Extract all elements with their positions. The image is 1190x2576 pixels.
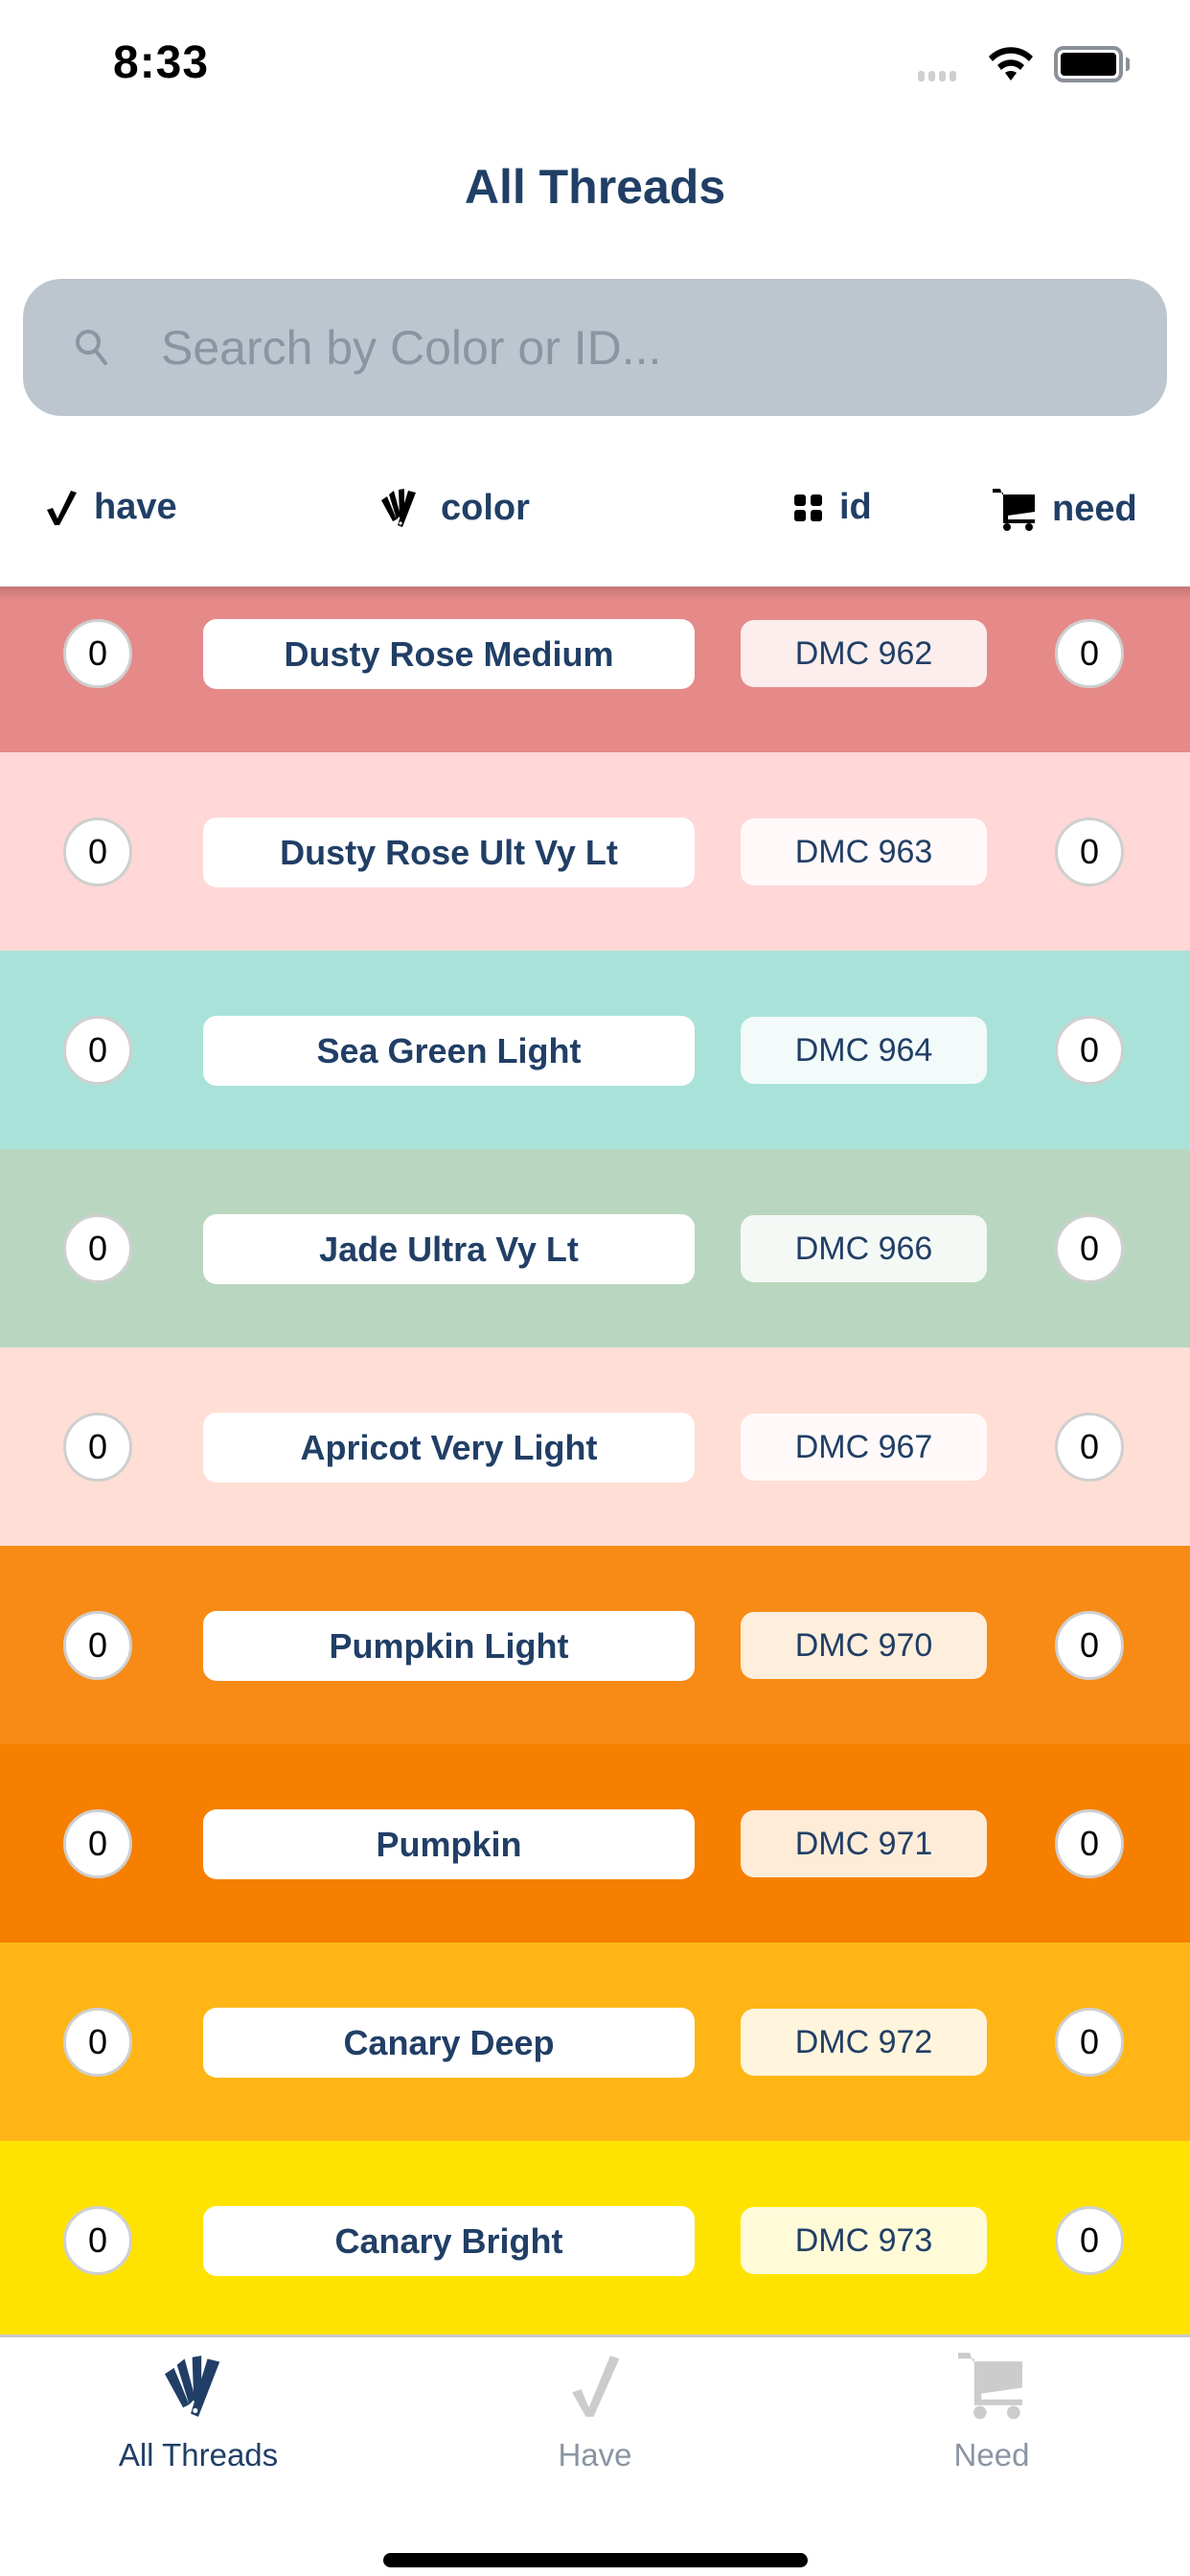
thread-name[interactable]: Pumpkin xyxy=(203,1809,695,1879)
checkmark-icon xyxy=(47,490,77,525)
status-bar: 8:33 xyxy=(0,0,1190,125)
tab-need[interactable]: Need xyxy=(793,2353,1190,2496)
need-count-button[interactable]: 0 xyxy=(1055,1016,1124,1085)
have-count-button[interactable]: 0 xyxy=(63,619,132,688)
sort-need-button[interactable]: need xyxy=(993,487,1137,531)
tab-label: Need xyxy=(953,2437,1030,2472)
thread-id: DMC 964 xyxy=(741,1017,987,1084)
need-count-button[interactable]: 0 xyxy=(1055,619,1124,688)
thread-row[interactable]: 0 Sea Green Light DMC 964 0 xyxy=(0,951,1190,1149)
wifi-icon xyxy=(989,47,1033,80)
thread-name[interactable]: Apricot Very Light xyxy=(203,1413,695,1483)
thread-row[interactable]: 0 Pumpkin DMC 971 0 xyxy=(0,1744,1190,1943)
home-indicator xyxy=(383,2553,808,2567)
thread-id: DMC 973 xyxy=(741,2207,987,2274)
thread-row[interactable]: 0 Canary Deep DMC 972 0 xyxy=(0,1943,1190,2141)
column-headers: have color id need xyxy=(0,450,1190,581)
need-count-button[interactable]: 0 xyxy=(1055,1214,1124,1283)
column-label-color: color xyxy=(441,487,530,528)
thread-name[interactable]: Dusty Rose Ult Vy Lt xyxy=(203,817,695,887)
column-label-have: have xyxy=(94,487,177,527)
grid-icon xyxy=(794,494,822,521)
have-count-button[interactable]: 0 xyxy=(63,2008,132,2077)
have-count-button[interactable]: 0 xyxy=(63,1809,132,1878)
thread-row[interactable]: 0 Apricot Very Light DMC 967 0 xyxy=(0,1347,1190,1546)
have-count-button[interactable]: 0 xyxy=(63,1016,132,1085)
need-count-button[interactable]: 0 xyxy=(1055,1611,1124,1680)
thread-name[interactable]: Pumpkin Light xyxy=(203,1611,695,1681)
tab-have[interactable]: Have xyxy=(397,2353,793,2496)
thread-row[interactable]: 0 Canary Bright DMC 973 0 xyxy=(0,2141,1190,2334)
thread-id: DMC 966 xyxy=(741,1215,987,1282)
tab-label: Have xyxy=(558,2437,632,2472)
cart-icon xyxy=(958,2353,1022,2420)
thread-id: DMC 972 xyxy=(741,2009,987,2076)
thread-name[interactable]: Canary Deep xyxy=(203,2008,695,2078)
sort-have-button[interactable]: have xyxy=(44,487,177,528)
color-fan-icon xyxy=(165,2356,220,2417)
tab-label: All Threads xyxy=(118,2437,279,2472)
cart-icon xyxy=(993,489,1035,531)
thread-id: DMC 962 xyxy=(741,620,987,687)
thread-row[interactable]: 0 Dusty Rose Medium DMC 962 0 xyxy=(0,586,1190,752)
tab-all-threads[interactable]: All Threads xyxy=(0,2353,397,2496)
have-count-button[interactable]: 0 xyxy=(63,1611,132,1680)
cellular-signal-icon xyxy=(918,71,956,81)
sort-color-button[interactable]: color xyxy=(379,487,530,529)
need-count-button[interactable]: 0 xyxy=(1055,817,1124,886)
thread-name[interactable]: Sea Green Light xyxy=(203,1016,695,1086)
have-count-button[interactable]: 0 xyxy=(63,1413,132,1482)
need-count-button[interactable]: 0 xyxy=(1055,2008,1124,2077)
have-count-button[interactable]: 0 xyxy=(63,817,132,886)
thread-id: DMC 967 xyxy=(741,1414,987,1481)
color-fan-icon xyxy=(381,489,416,527)
column-label-id: id xyxy=(839,487,872,527)
search-icon xyxy=(76,330,107,365)
need-count-button[interactable]: 0 xyxy=(1055,2206,1124,2275)
status-time: 8:33 xyxy=(113,37,210,88)
need-count-button[interactable]: 0 xyxy=(1055,1413,1124,1482)
battery-icon xyxy=(1054,46,1123,82)
thread-name[interactable]: Canary Bright xyxy=(203,2206,695,2276)
need-count-button[interactable]: 0 xyxy=(1055,1809,1124,1878)
thread-id: DMC 970 xyxy=(741,1612,987,1679)
thread-row[interactable]: 0 Jade Ultra Vy Lt DMC 966 0 xyxy=(0,1149,1190,1347)
thread-list[interactable]: 0 Dusty Rose Medium DMC 962 0 0 Dusty Rose Ul… xyxy=(0,586,1190,2334)
have-count-button[interactable]: 0 xyxy=(63,1214,132,1283)
thread-name[interactable]: Jade Ultra Vy Lt xyxy=(203,1214,695,1284)
thread-row[interactable]: 0 Dusty Rose Ult Vy Lt DMC 963 0 xyxy=(0,752,1190,951)
sort-id-button[interactable]: id xyxy=(793,487,872,528)
tab-bar: All Threads Have Need xyxy=(0,2334,1190,2576)
search-input[interactable] xyxy=(138,279,1144,416)
column-label-need: need xyxy=(1052,488,1137,529)
thread-id: DMC 971 xyxy=(741,1810,987,1877)
thread-id: DMC 963 xyxy=(741,818,987,886)
search-bar[interactable] xyxy=(23,279,1167,416)
thread-name[interactable]: Dusty Rose Medium xyxy=(203,619,695,689)
have-count-button[interactable]: 0 xyxy=(63,2206,132,2275)
page-title: All Threads xyxy=(464,160,726,214)
thread-row[interactable]: 0 Pumpkin Light DMC 970 0 xyxy=(0,1546,1190,1744)
checkmark-icon xyxy=(572,2356,620,2417)
